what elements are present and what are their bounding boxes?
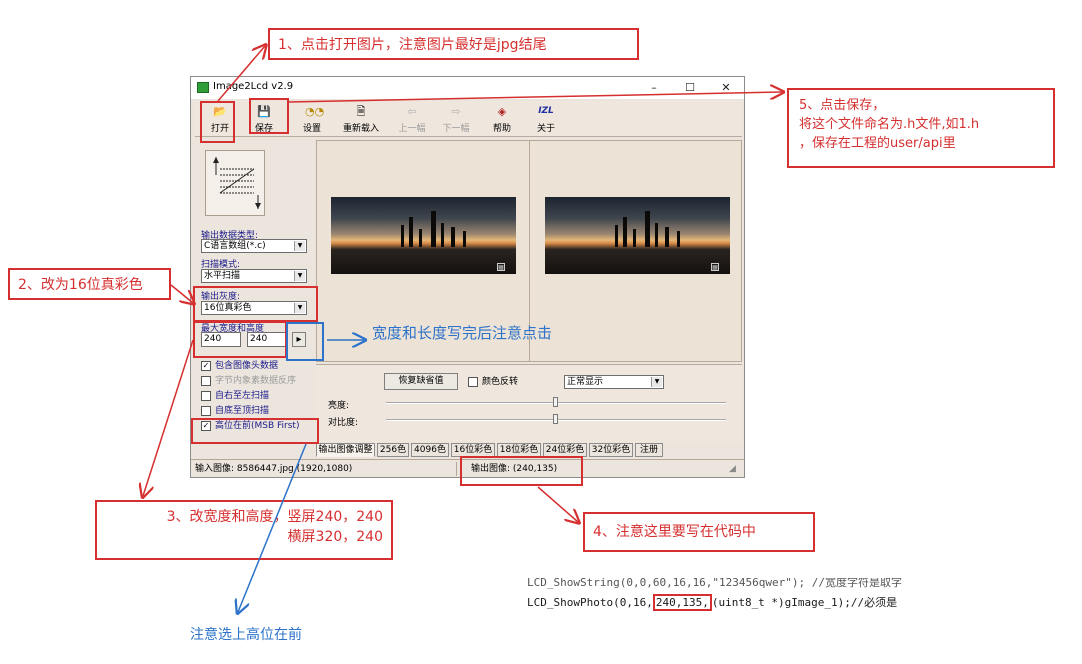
arrow-step2	[170, 284, 193, 303]
code-snippet: LCD_ShowString(0,0,60,16,16,"123456qwer"…	[527, 578, 1067, 611]
arrow-msb-note	[238, 443, 307, 612]
annotation-arrows	[0, 0, 1082, 664]
code-highlight-size: 240,135,	[652, 594, 712, 611]
arrow-step5	[288, 92, 782, 103]
code-line-2: LCD_ShowPhoto(0,16, 240,135, (uint8_t *)gI…	[527, 594, 1067, 611]
arrow-step4	[537, 486, 578, 522]
code-line-2-prefix: LCD_ShowPhoto(0,16,	[527, 596, 653, 609]
code-line-2-suffix: (uint8_t *)gImage_1);//必须是	[711, 596, 898, 609]
arrow-step1	[217, 46, 265, 102]
arrow-step3	[143, 339, 194, 496]
code-line-1: LCD_ShowString(0,0,60,16,16,"123456qwer"…	[527, 578, 903, 589]
